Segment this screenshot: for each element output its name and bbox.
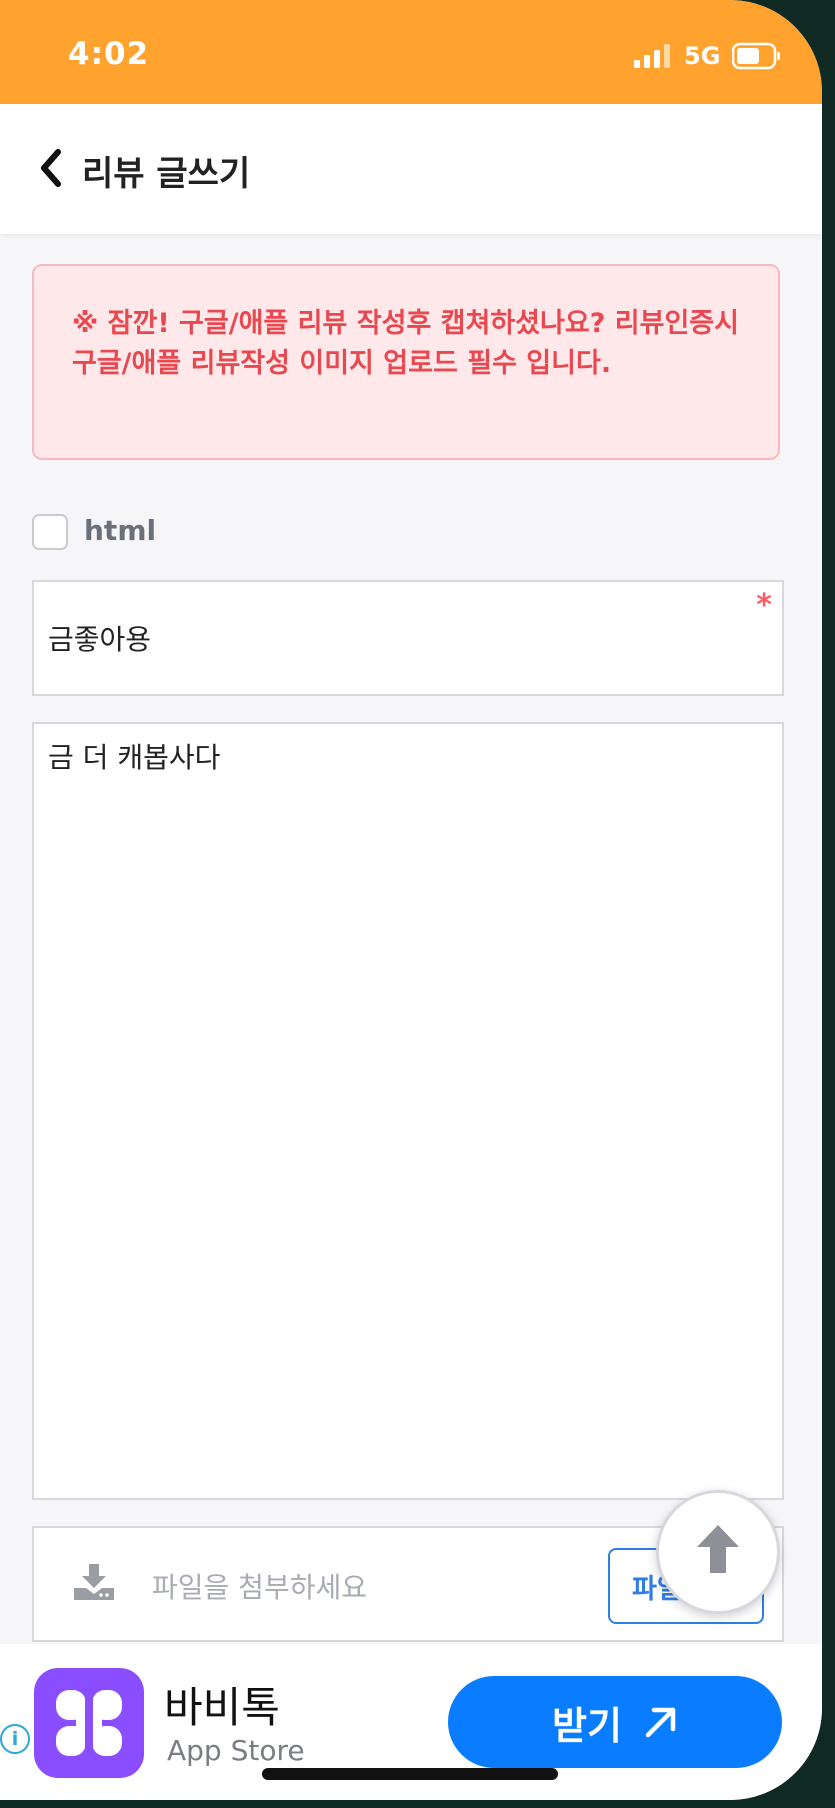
review-notice: ※ 잠깐! 구글/애플 리뷰 작성후 캡쳐하셨나요? 리뷰인증시 구글/애플 리…	[32, 264, 780, 460]
home-indicator	[262, 1768, 558, 1780]
required-mark: *	[756, 588, 772, 623]
app-logo-icon	[56, 1690, 122, 1756]
phone-screen: 4:02 5G 리뷰 글쓰기 ※ 잠깐! 구글/애플 리뷰 작성후 캡쳐하셨나요…	[0, 0, 822, 1800]
network-label: 5G	[684, 42, 721, 70]
status-bar: 4:02 5G	[0, 0, 822, 104]
title-field: *	[32, 580, 784, 696]
scroll-to-top-button[interactable]	[656, 1490, 780, 1614]
app-header: 리뷰 글쓰기	[0, 104, 822, 234]
ad-app-name: 바비톡	[164, 1683, 280, 1732]
file-placeholder: 파일을 첨부하세요	[152, 1571, 367, 1604]
content-textarea[interactable]: 금 더 캐봅사다	[48, 738, 764, 1478]
battery-icon	[732, 42, 780, 70]
get-app-button[interactable]: 받기	[448, 1676, 782, 1768]
content-field: 금 더 캐봅사다	[32, 722, 784, 1500]
ad-store-label: App Store	[167, 1734, 305, 1767]
download-icon	[74, 1564, 114, 1600]
back-button[interactable]	[28, 140, 78, 196]
app-icon[interactable]	[34, 1668, 144, 1778]
html-checkbox[interactable]	[32, 514, 68, 550]
page-title: 리뷰 글쓰기	[82, 154, 251, 194]
info-icon[interactable]: i	[0, 1724, 30, 1754]
ad-banner: i 바비톡 App Store 받기	[0, 1644, 822, 1800]
signal-icon	[634, 44, 670, 68]
status-time: 4:02	[68, 36, 150, 72]
html-checkbox-label: html	[84, 514, 157, 547]
title-input[interactable]	[48, 614, 728, 662]
chevron-left-icon	[41, 149, 61, 187]
notice-text: ※ 잠깐! 구글/애플 리뷰 작성후 캡쳐하셨나요? 리뷰인증시 구글/애플 리…	[72, 308, 739, 379]
arrow-up-icon	[697, 1525, 739, 1573]
arrow-up-right-icon	[645, 1707, 676, 1738]
get-app-button-label: 받기	[552, 1703, 622, 1748]
